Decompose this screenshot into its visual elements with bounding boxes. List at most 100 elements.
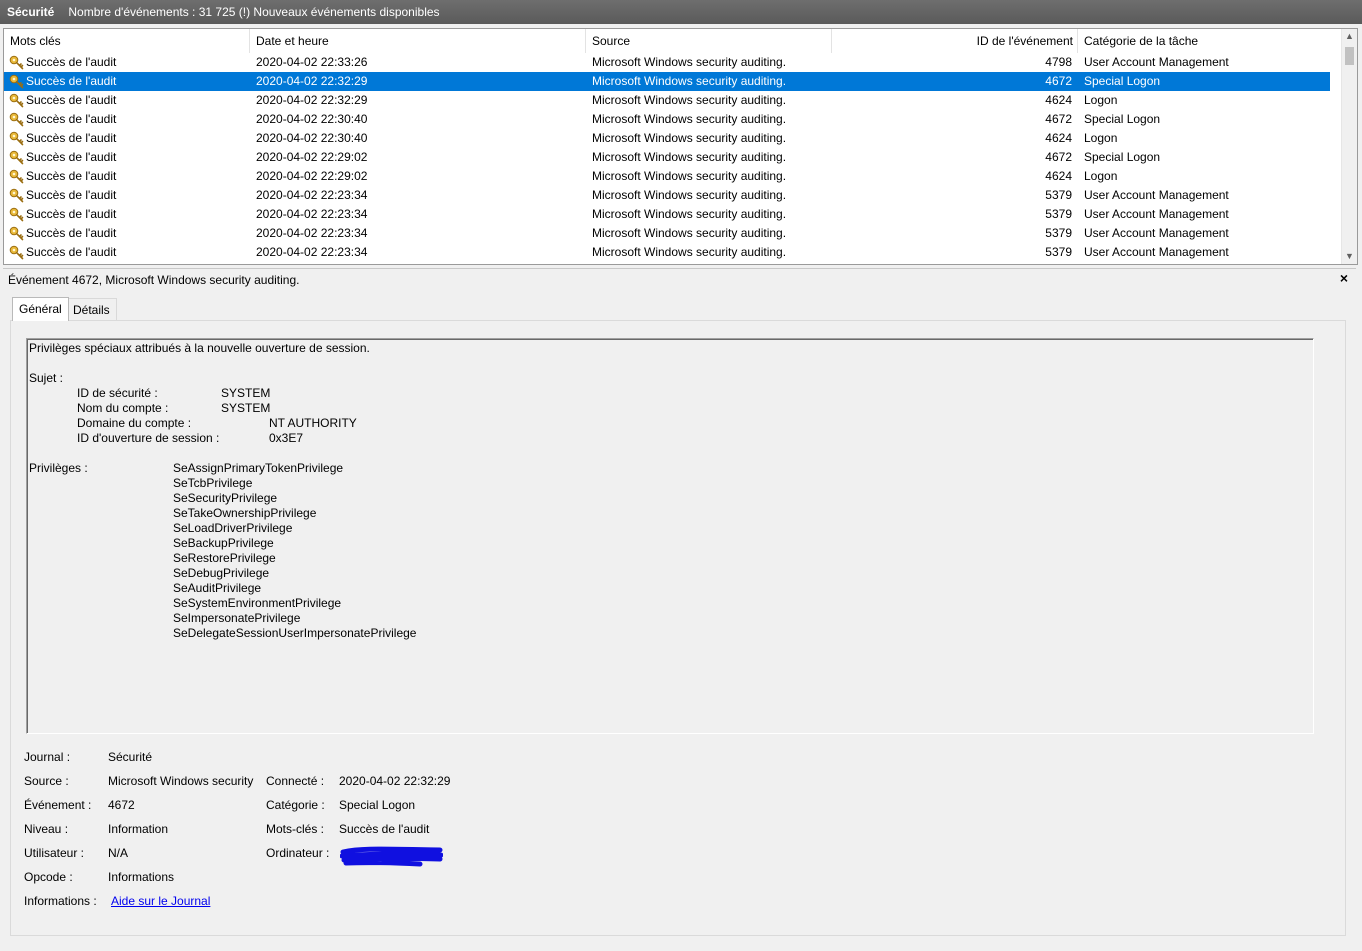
privileges-label: Privilèges : [29, 461, 88, 475]
category-value[interactable]: Special Logon [339, 798, 415, 813]
tab-general[interactable]: Général [12, 297, 69, 321]
more-info-label: Informations : [24, 894, 97, 908]
journal-label: Journal : [24, 750, 71, 764]
event-row[interactable]: Succès de l'audit 2020-04-02 22:23:34 Micr… [4, 224, 1330, 243]
event-source: Microsoft Windows security auditing. [592, 93, 787, 107]
privilege-item: SeDebugPrivilege [173, 566, 270, 580]
event-category: User Account Management [1084, 207, 1229, 221]
event-row[interactable]: Succès de l'audit 2020-04-02 22:30:40 Micr… [4, 110, 1330, 129]
category-label: Catégorie : [266, 798, 325, 812]
privilege-item: SeTcbPrivilege [173, 476, 253, 490]
logon-id-value: 0x3E7 [269, 431, 304, 445]
event-date: 2020-04-02 22:30:40 [256, 112, 368, 126]
event-id: 4672 [1045, 150, 1072, 164]
event-keyword: Succès de l'audit [26, 245, 117, 259]
privilege-item: SeLoadDriverPrivilege [173, 521, 293, 535]
audit-success-key-icon [9, 245, 24, 260]
opcode-value[interactable]: Informations [108, 870, 174, 885]
level-label: Niveau : [24, 822, 69, 836]
event-row[interactable]: Succès de l'audit 2020-04-02 22:30:40 Micr… [4, 129, 1330, 148]
security-id-value: SYSTEM [221, 386, 271, 400]
close-icon[interactable]: × [1340, 270, 1348, 286]
event-row[interactable]: Succès de l'audit 2020-04-02 22:32:29 Micr… [4, 72, 1330, 91]
event-source: Microsoft Windows security auditing. [592, 150, 787, 164]
event-source: Microsoft Windows security auditing. [592, 245, 787, 259]
column-header-event-id[interactable]: ID de l'événement [832, 29, 1078, 53]
privilege-item: SeAuditPrivilege [173, 581, 262, 595]
event-row[interactable]: Succès de l'audit 2020-04-02 22:29:02 Micr… [4, 148, 1330, 167]
audit-success-key-icon [9, 150, 24, 165]
event-row[interactable]: Succès de l'audit 2020-04-02 22:29:02 Micr… [4, 167, 1330, 186]
event-category: Special Logon [1084, 150, 1161, 164]
event-list-scrollbar[interactable]: ▲ ▼ [1341, 29, 1357, 264]
event-date: 2020-04-02 22:23:34 [256, 226, 368, 240]
event-id: 5379 [1045, 226, 1072, 240]
event-row[interactable]: Succès de l'audit 2020-04-02 22:23:34 Micr… [4, 205, 1330, 224]
event-row[interactable]: Succès de l'audit 2020-04-02 22:32:29 Micr… [4, 91, 1330, 110]
event-description-box[interactable]: Privilèges spéciaux attribués à la nouve… [26, 338, 1314, 734]
event-category: User Account Management [1084, 245, 1229, 259]
event-date: 2020-04-02 22:23:34 [256, 207, 368, 221]
event-detail-title: Événement 4672, Microsoft Windows securi… [8, 273, 300, 287]
account-domain-label: Domaine du compte : [77, 416, 192, 430]
logged-value[interactable]: 2020-04-02 22:32:29 [339, 774, 450, 789]
audit-success-key-icon [9, 131, 24, 146]
level-value[interactable]: Information [108, 822, 168, 837]
journal-value[interactable]: Sécurité [108, 750, 152, 765]
scroll-down-arrow-icon[interactable]: ▼ [1342, 249, 1357, 264]
account-name-label: Nom du compte : [77, 401, 169, 415]
scroll-up-arrow-icon[interactable]: ▲ [1342, 29, 1357, 44]
privilege-item: SeDelegateSessionUserImpersonatePrivileg… [173, 626, 417, 640]
privilege-item: SeRestorePrivilege [173, 551, 276, 565]
account-domain-value: NT AUTHORITY [269, 416, 357, 430]
tab-details[interactable]: Détails [66, 298, 117, 320]
event-row[interactable]: Succès de l'audit 2020-04-02 22:23:34 Micr… [4, 186, 1330, 205]
event-date: 2020-04-02 22:29:02 [256, 150, 368, 164]
event-date: 2020-04-02 22:32:29 [256, 93, 368, 107]
event-category: User Account Management [1084, 226, 1229, 240]
event-keyword: Succès de l'audit [26, 226, 117, 240]
column-header-keywords[interactable]: Mots clés [4, 29, 250, 53]
event-keyword: Succès de l'audit [26, 93, 117, 107]
keywords-value[interactable]: Succès de l'audit [339, 822, 429, 837]
event-id: 4624 [1045, 131, 1072, 145]
privilege-item: SeImpersonatePrivilege [173, 611, 301, 625]
event-date: 2020-04-02 22:23:34 [256, 245, 368, 259]
event-row[interactable]: Succès de l'audit 2020-04-02 22:33:26 Micr… [4, 53, 1330, 72]
event-source: Microsoft Windows security auditing. [592, 112, 787, 126]
event-keyword: Succès de l'audit [26, 150, 117, 164]
source-value[interactable]: Microsoft Windows security [108, 774, 253, 789]
user-value[interactable]: N/A [108, 846, 128, 861]
audit-success-key-icon [9, 207, 24, 222]
event-keyword: Succès de l'audit [26, 207, 117, 221]
audit-success-key-icon [9, 112, 24, 127]
privilege-item: SeTakeOwnershipPrivilege [173, 506, 317, 520]
audit-success-key-icon [9, 188, 24, 203]
event-keyword: Succès de l'audit [26, 169, 117, 183]
event-source: Microsoft Windows security auditing. [592, 226, 787, 240]
event-date: 2020-04-02 22:29:02 [256, 169, 368, 183]
event-list[interactable]: Mots clés Date et heure Source ID de l'é… [3, 28, 1358, 265]
column-header-task-category[interactable]: Catégorie de la tâche [1078, 29, 1344, 53]
column-header-source[interactable]: Source [586, 29, 832, 53]
event-date: 2020-04-02 22:23:34 [256, 188, 368, 202]
event-id: 4624 [1045, 169, 1072, 183]
user-label: Utilisateur : [24, 846, 85, 860]
event-date: 2020-04-02 22:32:29 [256, 74, 368, 88]
opcode-label: Opcode : [24, 870, 73, 884]
event-category: User Account Management [1084, 188, 1229, 202]
event-id-value[interactable]: 4672 [108, 798, 135, 813]
event-id: 4798 [1045, 55, 1072, 69]
scrollbar-thumb[interactable] [1345, 47, 1354, 65]
event-row[interactable]: Succès de l'audit 2020-04-02 22:23:34 Micr… [4, 243, 1330, 262]
event-detail-header: Événement 4672, Microsoft Windows securi… [3, 268, 1356, 291]
event-source: Microsoft Windows security auditing. [592, 169, 787, 183]
source-label: Source : [24, 774, 69, 788]
computer-label: Ordinateur : [266, 846, 330, 860]
log-name: Sécurité [7, 5, 55, 19]
audit-success-key-icon [9, 226, 24, 241]
column-header-date[interactable]: Date et heure [250, 29, 586, 53]
event-id: 5379 [1045, 207, 1072, 221]
event-keyword: Succès de l'audit [26, 112, 117, 126]
event-log-help-link[interactable]: Aide sur le Journal [111, 894, 210, 909]
